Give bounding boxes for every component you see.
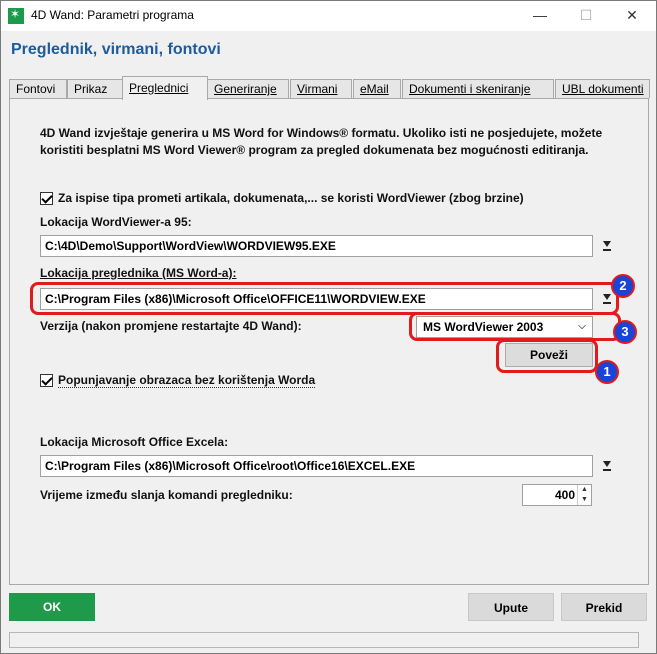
annotation-badge-2: 2 [611,274,635,298]
annotation-highlight-connect [496,339,598,373]
tab-label: Virmani [297,82,338,96]
wordviewer-checkbox[interactable] [40,192,53,205]
excel-browse-icon[interactable] [597,456,617,476]
page-title: Preglednik, virmani, fontovi [11,41,221,58]
description-text: 4D Wand izvještaje generira u MS Word fo… [40,126,603,157]
tab-virmani[interactable]: Virmani [290,79,352,98]
tab-dokumenti[interactable]: Dokumenti i skeniranje [402,79,554,98]
tab-label: Fontovi [16,82,56,96]
excel-path-field[interactable]: C:\Program Files (x86)\Microsoft Office\… [40,455,593,477]
version-label: Verzija (nakon promjene restartajte 4D W… [40,319,302,333]
wordviewer95-browse-icon[interactable] [597,236,617,256]
msword-label: Lokacija preglednika (MS Word-a): [40,266,237,280]
stepper-arrows-icon[interactable]: ▲ ▼ [577,485,591,505]
tab-label: eMail [360,82,389,96]
tab-label: Dokumenti i skeniranje [409,82,531,96]
delay-label: Vrijeme između slanja komandi preglednik… [40,488,293,502]
cancel-button[interactable]: Prekid [561,593,647,621]
minimize-button[interactable]: — [517,1,563,30]
delay-stepper[interactable]: 400 ▲ ▼ [522,484,592,506]
wordviewer-checkbox-label: Za ispise tipa prometi artikala, dokumen… [58,191,524,205]
annotation-highlight-version [409,312,621,341]
tab-generiranje[interactable]: Generiranje [207,79,289,98]
forms-checkbox-label: Popunjavanje obrazaca bez korištenja Wor… [58,373,316,388]
annotation-badge-1: 1 [595,360,619,384]
app-logo-icon [8,7,24,24]
tab-bar: Fontovi Prikaz Preglednici Generiranje V… [9,76,650,100]
delay-value: 400 [554,488,575,502]
tab-label: Preglednici [129,81,189,95]
tab-fontovi[interactable]: Fontovi [9,79,67,98]
title-bar: 4D Wand: Parametri programa — ☐ ✕ [1,1,656,31]
tab-email[interactable]: eMail [353,79,401,98]
annotation-highlight-path [30,282,619,315]
wordviewer95-path-field[interactable]: C:\4D\Demo\Support\WordView\WORDVIEW95.E… [40,235,593,257]
tab-preglednici[interactable]: Preglednici [122,76,208,100]
wordviewer95-label: Lokacija WordViewer-a 95: [40,215,192,229]
help-button[interactable]: Upute [468,593,554,621]
maximize-button[interactable]: ☐ [563,1,609,30]
tab-label: Generiranje [214,82,277,96]
ok-button[interactable]: OK [9,593,95,621]
excel-label: Lokacija Microsoft Office Excela: [40,435,229,449]
window-title: 4D Wand: Parametri programa [31,8,194,22]
annotation-badge-3: 3 [613,320,637,344]
status-bar [9,632,639,648]
tab-prikaz[interactable]: Prikaz [67,79,125,98]
tab-label: UBL dokumenti [562,82,644,96]
close-button[interactable]: ✕ [609,1,655,30]
tab-ubl[interactable]: UBL dokumenti [555,79,650,98]
tab-label: Prikaz [74,82,108,96]
forms-checkbox[interactable] [40,374,53,387]
